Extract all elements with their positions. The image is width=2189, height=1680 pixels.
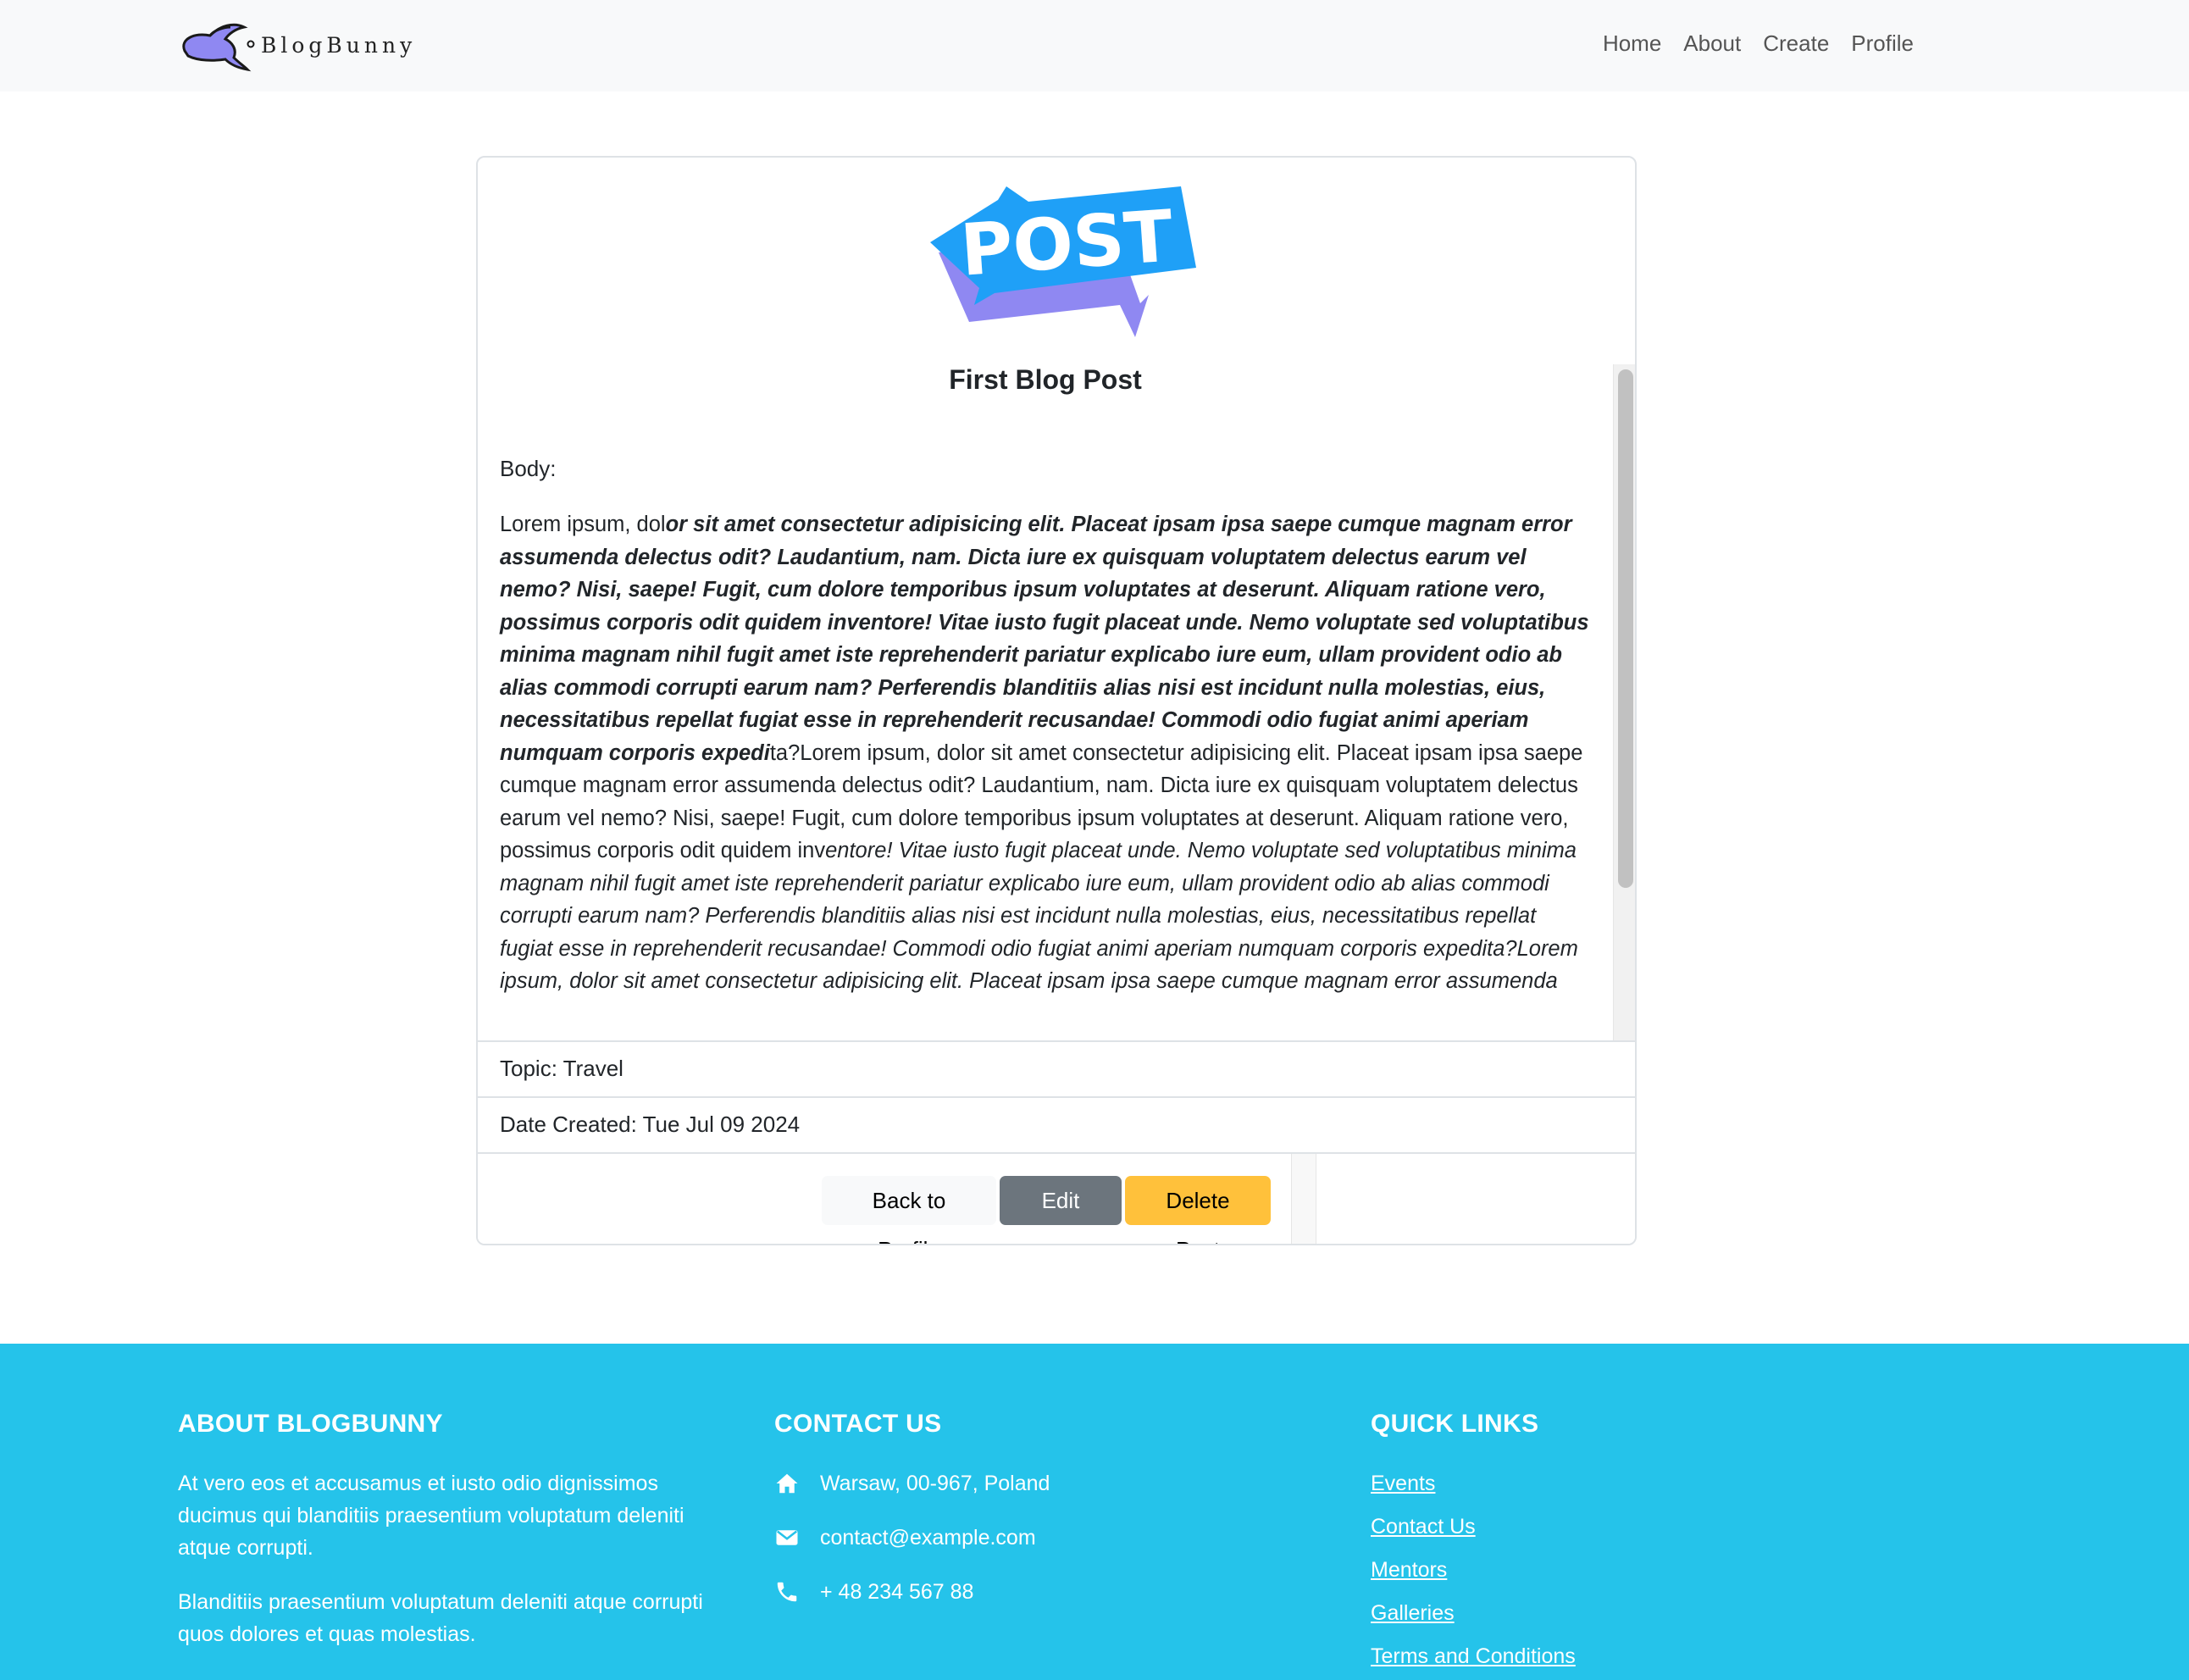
delete-post-button[interactable]: Delete Post <box>1125 1176 1271 1244</box>
body-segment-bold-italic: or sit amet consectetur adipisicing elit… <box>500 513 1589 765</box>
quick-links-heading: QUICK LINKS <box>1371 1410 1539 1438</box>
nav-links: Home About Create Profile <box>1592 25 1925 62</box>
footer-quick-links: QUICK LINKS Events Contact Us Mentors Ga… <box>1371 1410 1913 1680</box>
nav-about[interactable]: About <box>1672 25 1752 62</box>
quick-link-terms[interactable]: Terms and Conditions <box>1371 1640 1913 1672</box>
contact-address: Warsaw, 00-967, Poland <box>774 1467 1316 1500</box>
body-label: Body: <box>500 456 557 481</box>
post-banner-text: POST <box>958 194 1176 291</box>
site-footer: ABOUT BLOGBUNNY At vero eos et accusamus… <box>0 1344 2189 1680</box>
phone-icon <box>777 1582 797 1602</box>
quick-link-contact-us[interactable]: Contact Us <box>1371 1511 1913 1543</box>
contact-email: contact@example.com <box>774 1522 1316 1554</box>
post-topic: Topic: Travel <box>478 1040 1635 1096</box>
bunny-logo-icon <box>182 23 255 72</box>
post-card: POST First Blog Post Body: Lorem ipsum, … <box>476 156 1637 1245</box>
brand-logo[interactable]: BlogBunny <box>176 14 416 75</box>
about-paragraph-1: At vero eos et accusamus et iusto odio d… <box>178 1472 684 1560</box>
contact-phone: + 48 234 567 88 <box>774 1576 1316 1608</box>
footer-about: ABOUT BLOGBUNNY At vero eos et accusamus… <box>178 1410 737 1672</box>
about-paragraph-2: Blanditiis praesentium voluptatum deleni… <box>178 1590 703 1646</box>
nav-home[interactable]: Home <box>1592 25 1672 62</box>
post-actions: Back to Profile Edit Post Delete Post <box>478 1152 1635 1244</box>
scrollbar-thumb[interactable] <box>1618 369 1633 888</box>
contact-email-text: contact@example.com <box>820 1525 1036 1550</box>
home-icon <box>776 1473 798 1494</box>
post-banner-image: POST <box>930 186 1196 337</box>
nav-profile[interactable]: Profile <box>1840 25 1925 62</box>
about-heading: ABOUT BLOGBUNNY <box>178 1410 443 1438</box>
body-segment: Lorem ipsum, dol <box>500 513 666 536</box>
envelope-icon <box>776 1530 798 1545</box>
footer-scroll-gutter <box>1291 1154 1316 1244</box>
quick-link-galleries[interactable]: Galleries <box>1371 1597 1913 1629</box>
navbar: BlogBunny Home About Create Profile <box>0 0 2189 91</box>
contact-heading: CONTACT US <box>774 1410 942 1438</box>
post-body-text: Lorem ipsum, dolor sit amet consectetur … <box>500 508 1593 993</box>
post-title: First Blog Post <box>949 364 1142 395</box>
quick-link-mentors[interactable]: Mentors <box>1371 1554 1913 1586</box>
edit-post-button[interactable]: Edit Post <box>1000 1176 1122 1244</box>
back-to-profile-button[interactable]: Back to Profile <box>822 1176 996 1244</box>
nav-create[interactable]: Create <box>1752 25 1840 62</box>
post-date-created: Date Created: Tue Jul 09 2024 <box>478 1096 1635 1152</box>
brand-name: BlogBunny <box>261 32 417 58</box>
quick-link-events[interactable]: Events <box>1371 1467 1913 1500</box>
footer-contact: CONTACT US Warsaw, 00-967, Poland contac… <box>774 1410 1316 1630</box>
contact-address-text: Warsaw, 00-967, Poland <box>820 1471 1050 1495</box>
post-body-viewport: First Blog Post Body: Lorem ipsum, dolor… <box>478 364 1613 993</box>
contact-phone-text: + 48 234 567 88 <box>820 1579 974 1604</box>
